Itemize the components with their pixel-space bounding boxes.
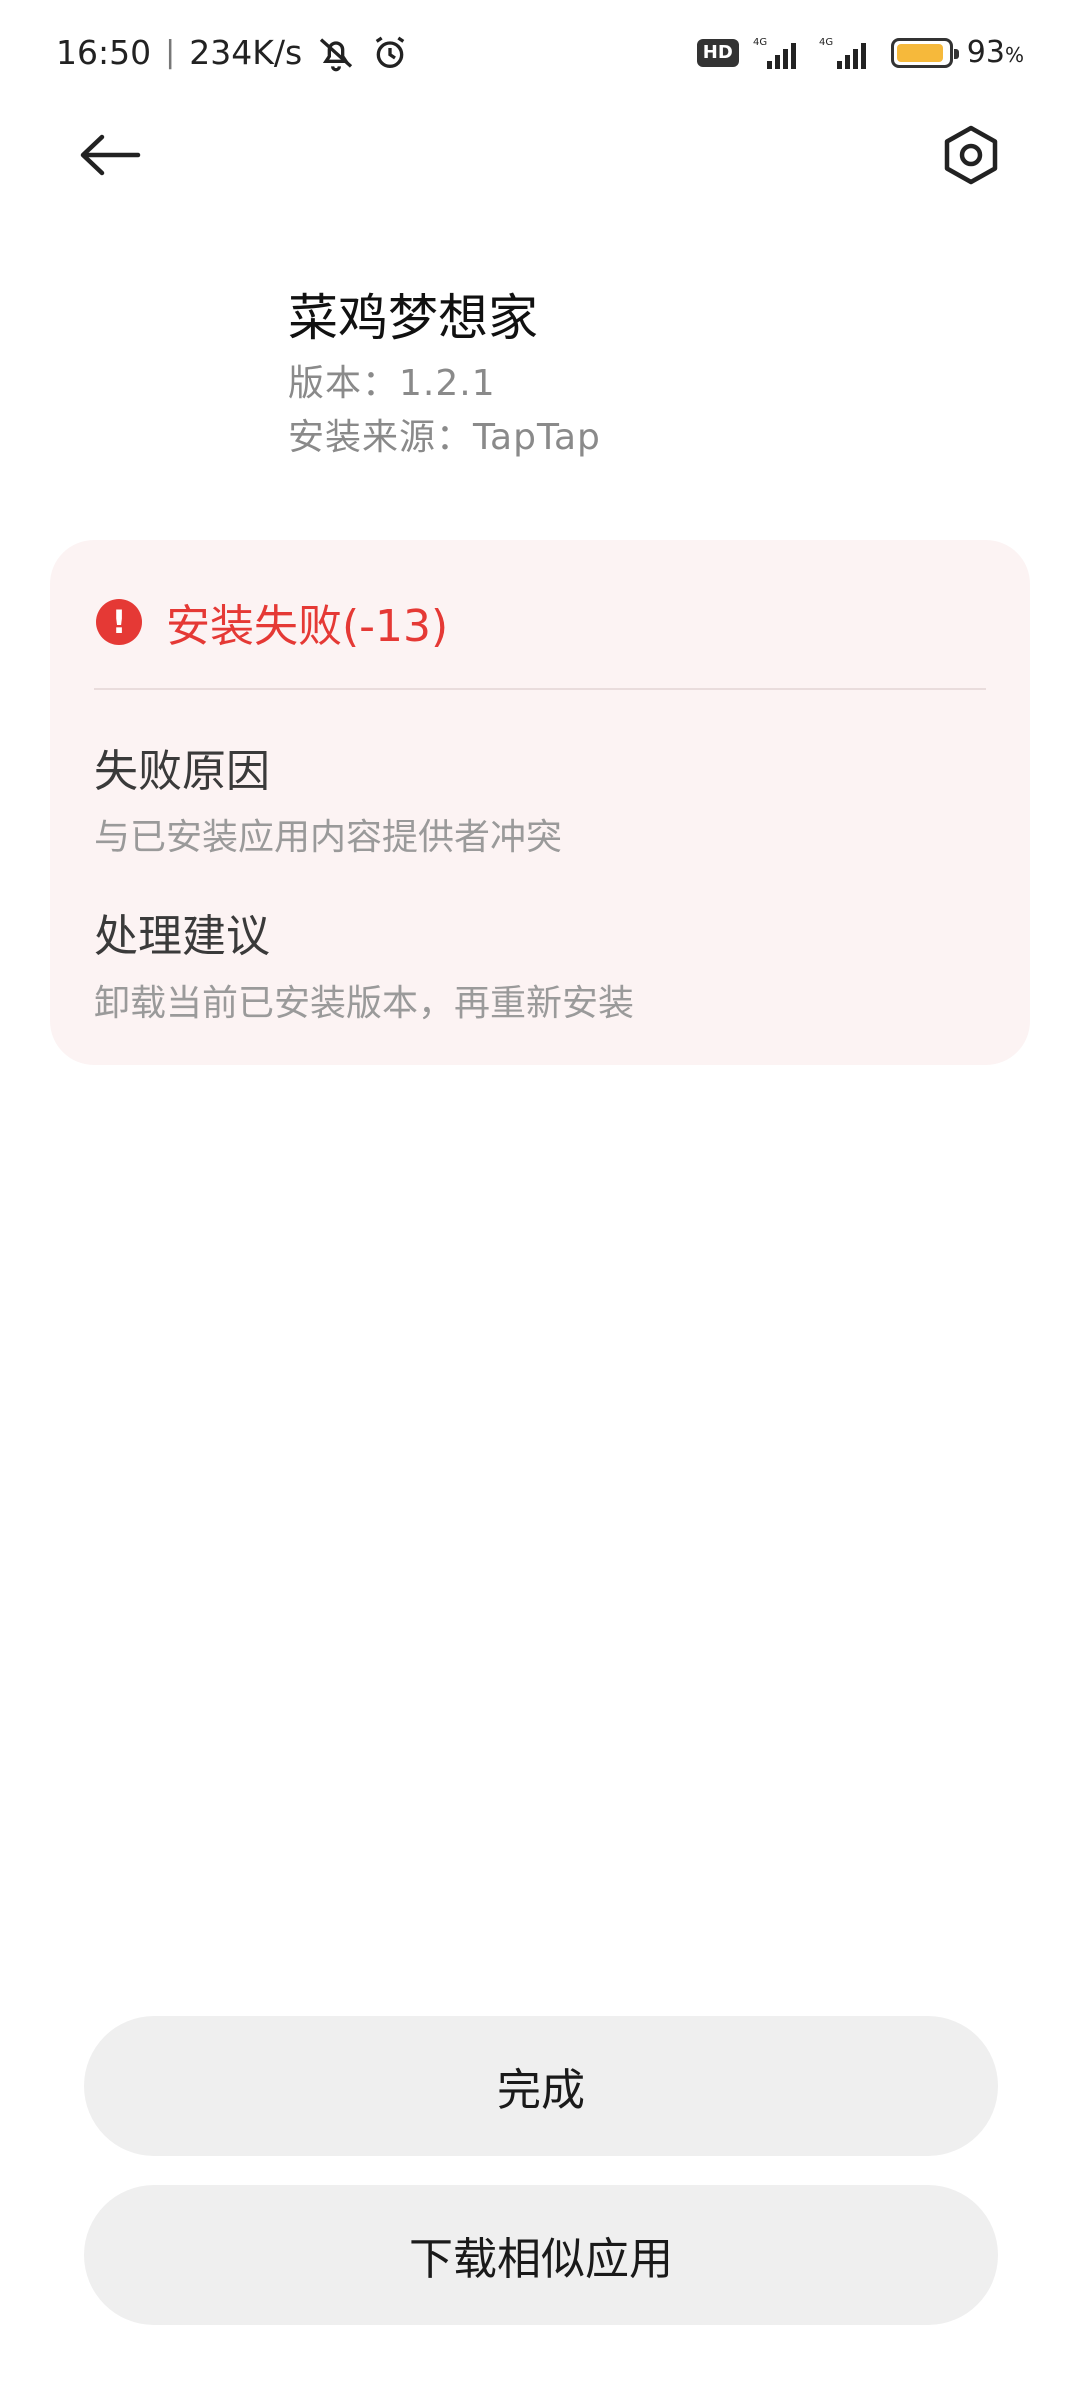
battery-percent: 93% — [966, 35, 1024, 70]
status-separator: | — [165, 35, 176, 70]
status-left: 16:50 | 234K/s — [56, 33, 410, 73]
alarm-clock-icon — [370, 33, 410, 73]
failure-reason-text: 与已安装应用内容提供者冲突 — [94, 817, 563, 858]
svg-text:4G: 4G — [819, 37, 833, 48]
hd-voice-icon: HD — [696, 38, 739, 67]
status-right: HD 4G 4G 93% — [696, 35, 1024, 71]
battery-level — [896, 43, 944, 62]
signal-icon-2: 4G — [817, 35, 877, 71]
status-time: 16:50 — [56, 33, 152, 72]
advice-title: 处理建议 — [94, 911, 270, 962]
divider — [94, 688, 986, 690]
mute-bell-icon — [316, 33, 356, 73]
network-speed: 234K/s — [189, 33, 303, 72]
download-similar-button[interactable]: 下载相似应用 — [84, 2185, 998, 2325]
advice-text: 卸载当前已安装版本，再重新安装 — [94, 983, 635, 1024]
status-bar: 16:50 | 234K/s HD 4G 4G 93% — [0, 0, 1080, 105]
hexagon-settings-icon — [941, 124, 1001, 190]
done-button[interactable]: 完成 — [84, 2016, 998, 2156]
exclamation-icon: ! — [96, 599, 142, 645]
failure-reason-title: 失败原因 — [94, 746, 270, 797]
battery-icon — [890, 37, 959, 68]
error-header: ! 安装失败(-13) — [96, 590, 448, 654]
arrow-left-icon — [78, 133, 142, 181]
error-title: 安装失败(-13) — [166, 601, 449, 652]
app-name: 菜鸡梦想家 — [288, 289, 538, 347]
install-error-card: ! 安装失败(-13) 失败原因 与已安装应用内容提供者冲突 处理建议 卸载当前… — [50, 540, 1030, 1065]
signal-icon: 4G — [753, 35, 803, 71]
app-version: 版本：1.2.1 — [288, 363, 496, 404]
svg-text:4G: 4G — [753, 37, 767, 48]
back-button[interactable] — [65, 112, 155, 202]
install-source: 安装来源：TapTap — [288, 417, 601, 458]
settings-button[interactable] — [926, 112, 1016, 202]
